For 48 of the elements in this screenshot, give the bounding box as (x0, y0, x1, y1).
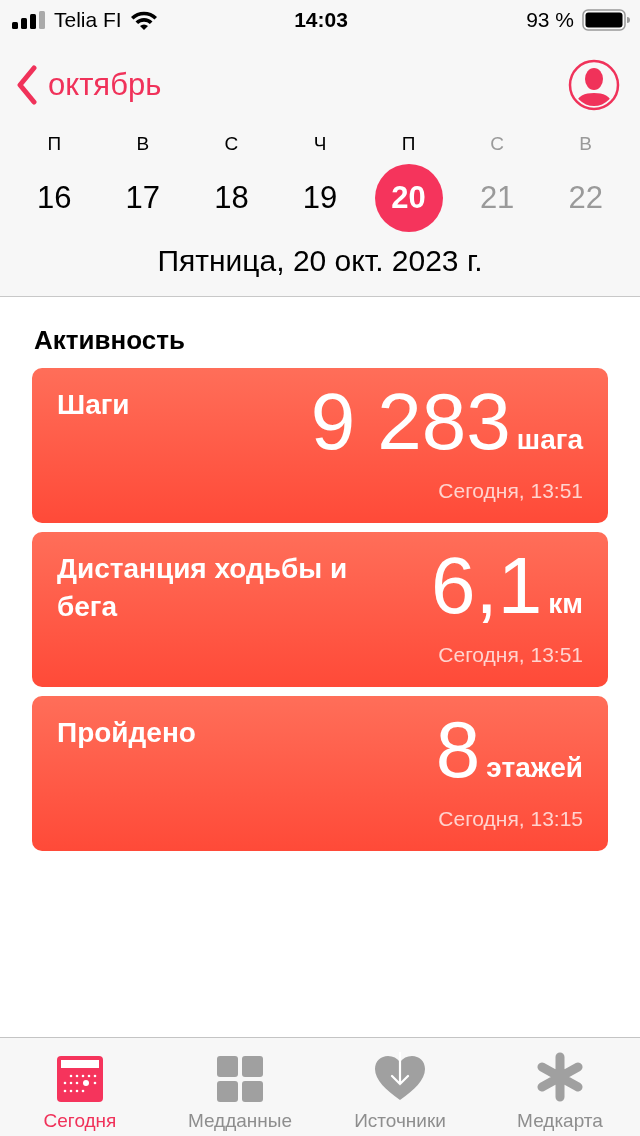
card-title: Пройдено (57, 716, 197, 750)
calendar-icon (57, 1056, 103, 1102)
tab-button[interactable]: Медданные (160, 1038, 320, 1136)
heart-download-icon (374, 1052, 426, 1102)
weekday-label: В (579, 132, 593, 156)
weekday-label: П (47, 132, 62, 156)
card-title: Дистанция ходьбы и бега (57, 552, 349, 624)
weekday-label: С (490, 132, 504, 156)
day-button[interactable]: 18 (197, 164, 266, 232)
day-button[interactable]: 19 (286, 164, 354, 232)
tab-button[interactable]: Источники (320, 1038, 480, 1136)
clock-time: 14:03 (294, 8, 348, 32)
day-button[interactable]: 20 (374, 164, 443, 232)
metric-value: 9 283 (310, 382, 511, 462)
updated-time: Сегодня, 13:51 (438, 479, 583, 503)
grid-icon (217, 1056, 263, 1102)
date-title: Пятница, 20 окт. 2023 г. (156, 244, 484, 278)
metric-value: 8 (435, 710, 481, 790)
chevron-left-icon (16, 65, 38, 105)
day-button[interactable]: 21 (463, 164, 532, 232)
battery-percent: 93 % (526, 8, 574, 32)
activity-card[interactable]: Шаги 9 283 шага Сегодня, 13:51 (32, 368, 608, 523)
updated-time: Сегодня, 13:15 (438, 807, 583, 831)
asterisk-icon (536, 1052, 584, 1102)
metric-value: 6,1 (431, 546, 543, 626)
section-title: Активность (34, 325, 186, 356)
weekday-label: Ч (313, 132, 327, 156)
weekday-label: С (224, 132, 239, 156)
profile-icon[interactable] (568, 59, 620, 111)
day-button[interactable]: 17 (108, 164, 177, 232)
activity-card[interactable]: Пройдено 8 этажей Сегодня, 13:15 (32, 696, 608, 851)
tab-button[interactable]: Сегодня (0, 1038, 160, 1136)
back-button[interactable]: октябрь (16, 65, 162, 105)
weekday-label: В (136, 132, 150, 156)
metric-unit: шага (516, 424, 583, 456)
day-button[interactable]: 16 (20, 164, 89, 232)
carrier-name: Telia FI (54, 8, 122, 32)
day-button[interactable]: 22 (551, 164, 620, 232)
battery-icon (582, 9, 630, 31)
metric-unit: км (548, 588, 583, 620)
updated-time: Сегодня, 13:51 (438, 643, 583, 667)
signal-icon (12, 11, 46, 29)
metric-unit: этажей (486, 752, 583, 784)
tab-button[interactable]: Медкарта (480, 1038, 640, 1136)
wifi-icon (129, 10, 158, 30)
card-title: Шаги (57, 388, 131, 422)
activity-card[interactable]: Дистанция ходьбы и бега 6,1 км Сегодня, 13:51 (32, 532, 608, 687)
weekday-label: П (401, 132, 416, 156)
